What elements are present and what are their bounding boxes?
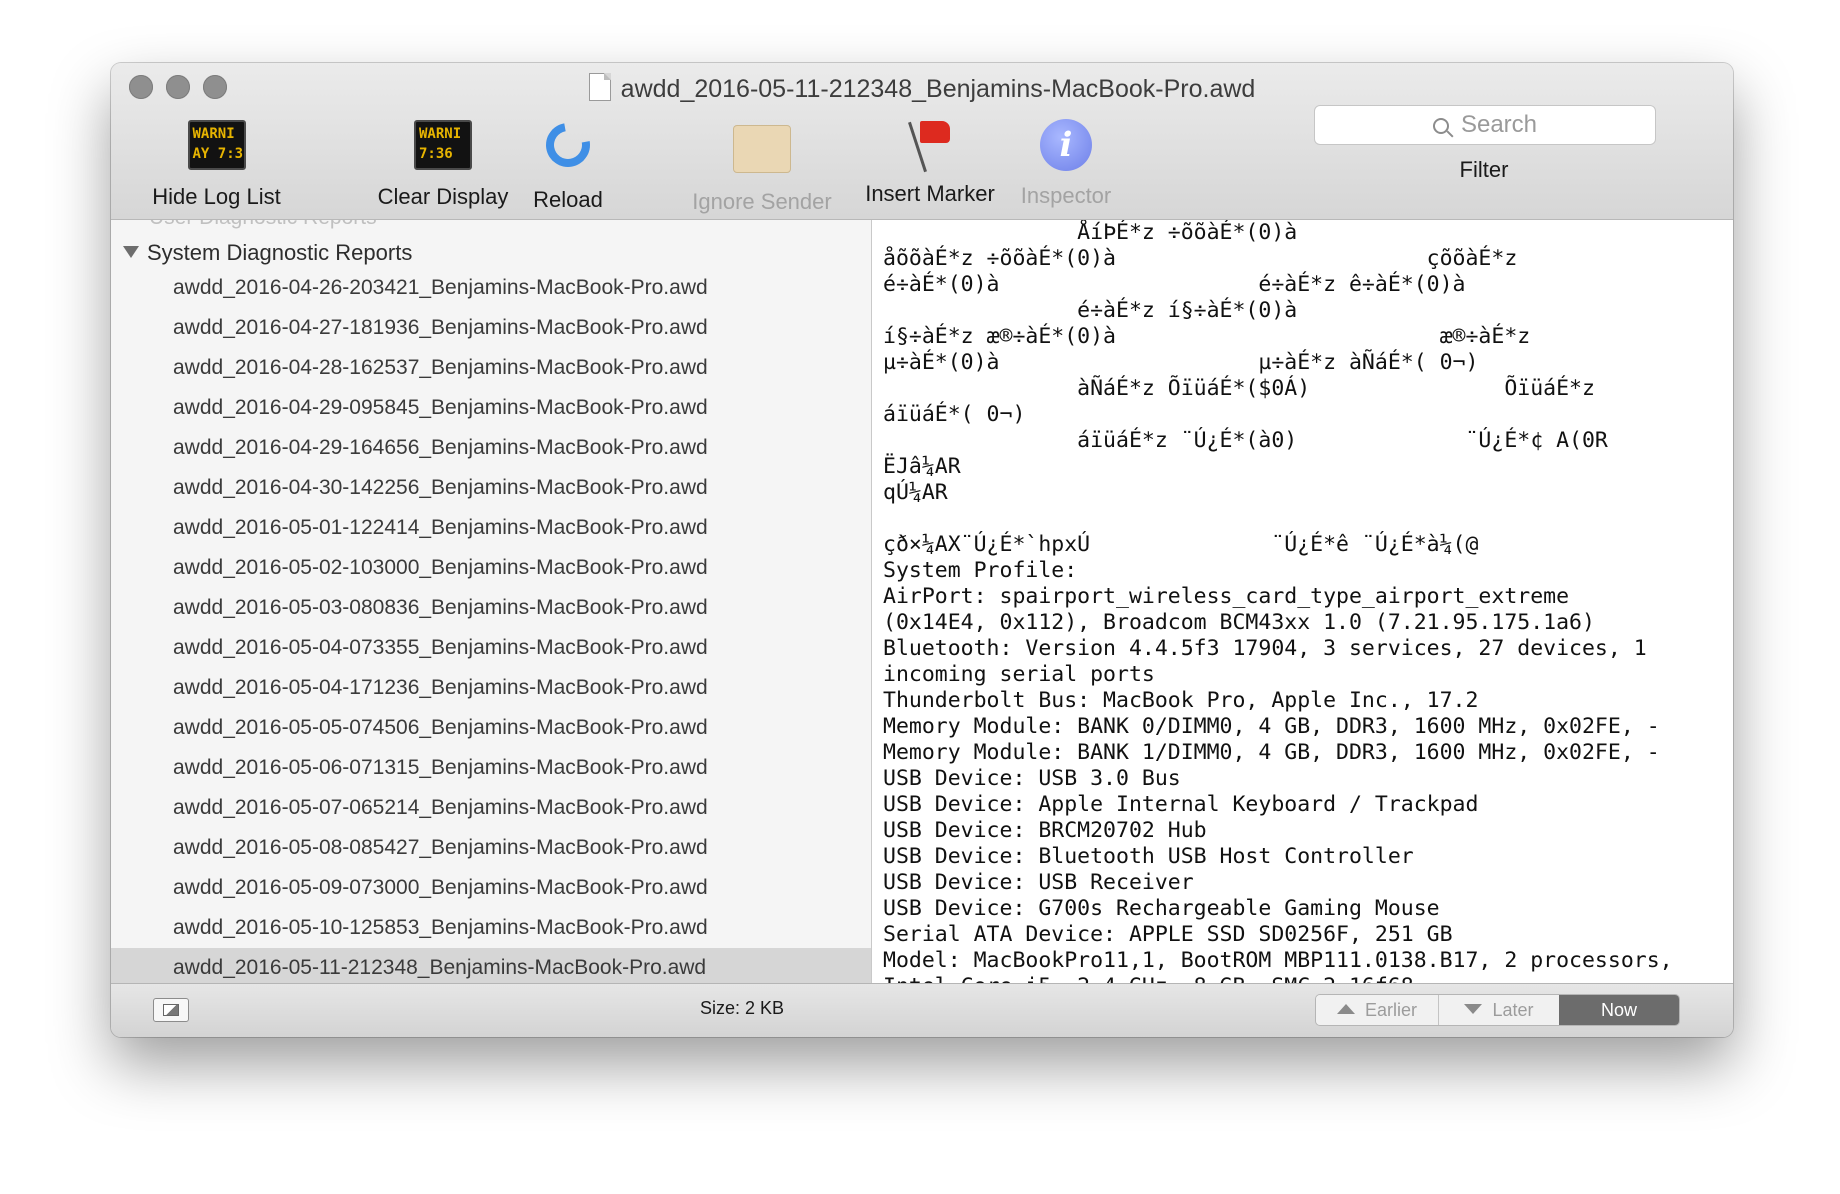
list-item[interactable]: awdd_2016-05-02-103000_Benjamins-MacBook… (111, 548, 871, 588)
inspector-label: Inspector (1020, 183, 1112, 208)
led-display-clear: WARNI 7:36 (414, 120, 472, 170)
reload-label: Reload (533, 187, 603, 212)
now-button[interactable]: Now (1559, 995, 1679, 1025)
insert-marker-button[interactable]: Insert Marker (859, 117, 1001, 207)
earlier-label: Earlier (1364, 1000, 1417, 1020)
list-item[interactable]: awdd_2016-05-04-171236_Benjamins-MacBook… (111, 668, 871, 708)
list-item[interactable]: awdd_2016-04-30-142256_Benjamins-MacBook… (111, 468, 871, 508)
list-item[interactable]: awdd_2016-05-08-085427_Benjamins-MacBook… (111, 828, 871, 868)
ignore-sender-label: Ignore Sender (692, 189, 832, 214)
filter-label: Filter (1459, 157, 1509, 182)
list-item[interactable]: awdd_2016-05-05-074506_Benjamins-MacBook… (111, 708, 871, 748)
toolbar: awdd_2016-05-11-212348_Benjamins-MacBook… (111, 63, 1733, 220)
flag-icon (898, 117, 962, 173)
file-list: awdd_2016-04-26-203421_Benjamins-MacBook… (111, 268, 871, 983)
toggle-sidebar-icon[interactable] (153, 998, 189, 1022)
hide-log-list-label: Hide Log List (152, 184, 281, 209)
list-item[interactable]: awdd_2016-05-03-080836_Benjamins-MacBook… (111, 588, 871, 628)
user-diagnostic-reports-section[interactable]: User Diagnostic Reports (149, 220, 377, 230)
document-icon (588, 73, 611, 101)
console-warning-icon: WARNI AY 7:36 (185, 120, 249, 176)
list-item[interactable]: awdd_2016-04-29-164656_Benjamins-MacBook… (111, 428, 871, 468)
system-diagnostic-reports-section[interactable]: System Diagnostic Reports (123, 240, 412, 266)
list-item[interactable]: awdd_2016-04-27-181936_Benjamins-MacBook… (111, 308, 871, 348)
list-item[interactable]: awdd_2016-04-26-203421_Benjamins-MacBook… (111, 268, 871, 308)
search-icon (1432, 118, 1449, 134)
section-label: System Diagnostic Reports (147, 240, 413, 265)
up-arrow-icon (1336, 1004, 1355, 1014)
search-placeholder: Search (1460, 111, 1538, 138)
search-field[interactable]: Search (1314, 105, 1656, 145)
list-item[interactable]: awdd_2016-05-07-065214_Benjamins-MacBook… (111, 788, 871, 828)
list-item-selected[interactable]: awdd_2016-05-11-212348_Benjamins-MacBook… (111, 948, 871, 983)
log-content-pane[interactable]: ÅíÞÉ*z ÷õõàÉ*(0)à åõõàÉ*z ÷õõàÉ*(0)à çõõ… (872, 220, 1733, 983)
list-item[interactable]: awdd_2016-05-04-073355_Benjamins-MacBook… (111, 628, 871, 668)
log-text: ÅíÞÉ*z ÷õõàÉ*(0)à åõõàÉ*z ÷õõàÉ*(0)à çõõ… (883, 220, 1673, 983)
clear-display-label: Clear Display (377, 184, 509, 209)
list-item[interactable]: awdd_2016-05-09-073000_Benjamins-MacBook… (111, 868, 871, 908)
reload-button[interactable]: Reload (523, 114, 613, 213)
ignore-sender-button[interactable]: Ignore Sender (687, 117, 837, 215)
later-label: Later (1492, 1000, 1534, 1020)
ignore-sender-icon (730, 125, 794, 181)
list-item[interactable]: awdd_2016-05-10-125853_Benjamins-MacBook… (111, 908, 871, 948)
insert-marker-label: Insert Marker (865, 181, 995, 206)
info-icon: i (1034, 119, 1098, 175)
earlier-button[interactable]: Earlier (1316, 995, 1439, 1025)
hide-log-list-button[interactable]: WARNI AY 7:36 Hide Log List (129, 117, 304, 210)
led-display: WARNI AY 7:36 (187, 120, 246, 170)
status-bar: Size: 2 KB Earlier Later Now (111, 983, 1733, 1037)
clear-display-icon: WARNI 7:36 (411, 120, 475, 176)
clear-display-button[interactable]: WARNI 7:36 Clear Display (373, 117, 513, 210)
later-button[interactable]: Later (1439, 995, 1559, 1025)
reload-icon (536, 114, 600, 179)
window-title: awdd_2016-05-11-212348_Benjamins-MacBook… (111, 73, 1733, 104)
disclosure-triangle-icon[interactable] (123, 246, 139, 258)
inspector-button[interactable]: i Inspector (1011, 117, 1121, 209)
list-item[interactable]: awdd_2016-05-06-071315_Benjamins-MacBook… (111, 748, 871, 788)
window-title-text: awdd_2016-05-11-212348_Benjamins-MacBook… (620, 75, 1256, 103)
list-item[interactable]: awdd_2016-04-28-162537_Benjamins-MacBook… (111, 348, 871, 388)
time-navigation-control: Earlier Later Now (1315, 994, 1680, 1026)
console-window: awdd_2016-05-11-212348_Benjamins-MacBook… (111, 63, 1733, 1037)
file-size-label: Size: 2 KB (700, 998, 785, 1018)
down-arrow-icon (1464, 1004, 1483, 1014)
list-item[interactable]: awdd_2016-04-29-095845_Benjamins-MacBook… (111, 388, 871, 428)
list-item[interactable]: awdd_2016-05-01-122414_Benjamins-MacBook… (111, 508, 871, 548)
log-list-sidebar: User Diagnostic Reports System Diagnosti… (111, 220, 872, 983)
